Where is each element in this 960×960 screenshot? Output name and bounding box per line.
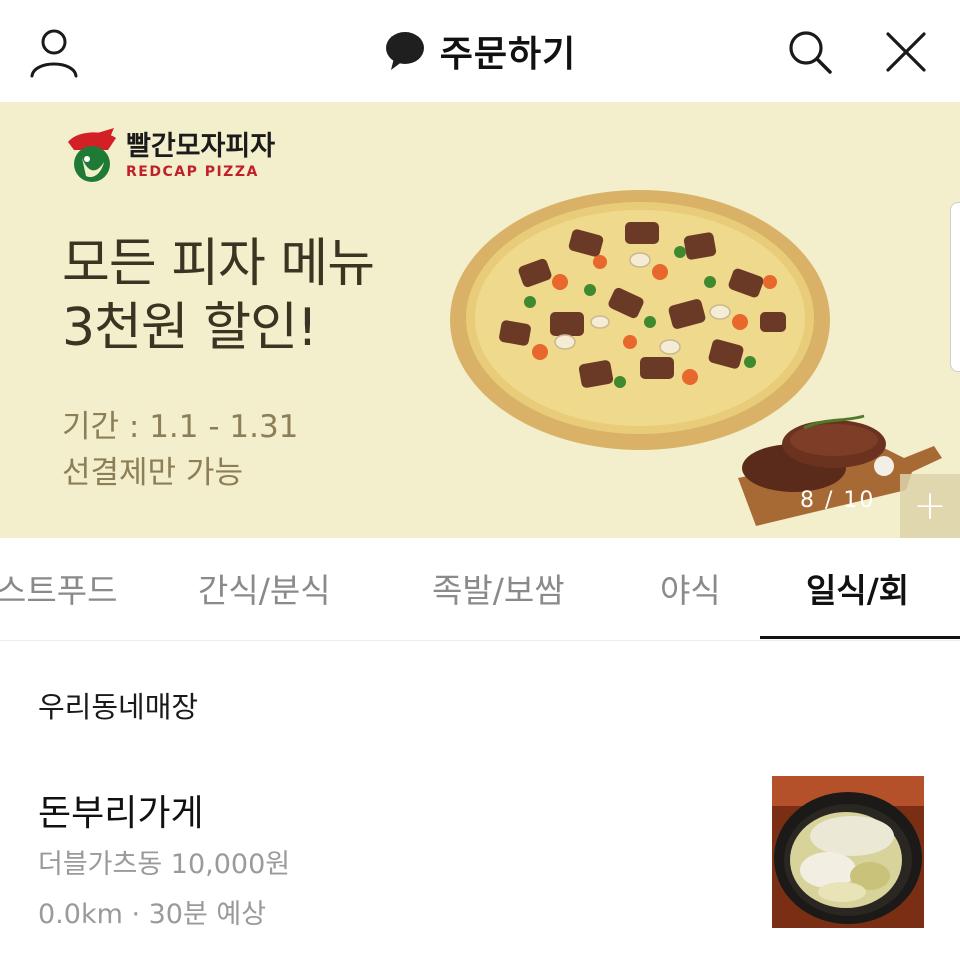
- active-tab-indicator: [760, 636, 960, 639]
- store-distance-time: 0.0km · 30분 예상: [38, 899, 267, 930]
- tab-fastfood[interactable]: 스트푸드: [0, 564, 117, 612]
- top-bar: 주문하기: [0, 0, 960, 102]
- promo-period: 기간 : 1.1 - 1.31: [62, 409, 299, 445]
- tab-late-night[interactable]: 야식: [660, 564, 721, 612]
- category-tabs: 스트푸드 간식/분식 족발/보쌈 야식 일식/회: [0, 538, 960, 639]
- banner-terms: 기간 : 1.1 - 1.31 선결제만 가능: [62, 404, 298, 496]
- search-button[interactable]: [780, 22, 840, 82]
- close-icon: [886, 32, 926, 72]
- tab-jokbal-bossam[interactable]: 족발/보쌈: [432, 564, 565, 612]
- search-icon: [789, 31, 832, 74]
- divider: [0, 640, 960, 641]
- brand-logo: 빨간모자피자 REDCAP PIZZA: [64, 128, 275, 184]
- banner-more-button[interactable]: +: [900, 474, 960, 538]
- promo-banner[interactable]: 빨간모자피자 REDCAP PIZZA 모든 피자 메뉴 3천원 할인! 기간 …: [0, 102, 960, 538]
- redcap-logo-icon: [68, 128, 116, 182]
- store-name: 돈부리가게: [38, 793, 204, 834]
- tab-japanese[interactable]: 일식/회: [806, 564, 909, 612]
- promo-note: 선결제만 가능: [62, 455, 243, 491]
- page-title: 주문하기: [439, 34, 577, 75]
- headline-line-1: 모든 피자 메뉴: [62, 234, 375, 294]
- tab-snacks[interactable]: 간식/분식: [198, 564, 331, 612]
- edge-scroll-handle[interactable]: [950, 202, 960, 372]
- section-title: 우리동네매장: [38, 690, 199, 724]
- brand-name: 빨간모자피자: [126, 131, 276, 162]
- chat-bubble-icon: [385, 32, 424, 70]
- store-menu-price: 더블가츠동 10,000원: [38, 849, 291, 880]
- brand-subtitle: REDCAP PIZZA: [126, 164, 259, 180]
- store-list-item[interactable]: 돈부리가게 더블가츠동 10,000원 0.0km · 30분 예상: [0, 760, 960, 960]
- store-thumbnail: [772, 776, 924, 928]
- donburi-image: [772, 776, 924, 928]
- banner-headline: 모든 피자 메뉴 3천원 할인!: [62, 232, 375, 360]
- headline-line-2: 3천원 할인!: [62, 298, 318, 358]
- close-button[interactable]: [876, 22, 936, 82]
- banner-page-indicator: 8 / 10: [800, 488, 876, 513]
